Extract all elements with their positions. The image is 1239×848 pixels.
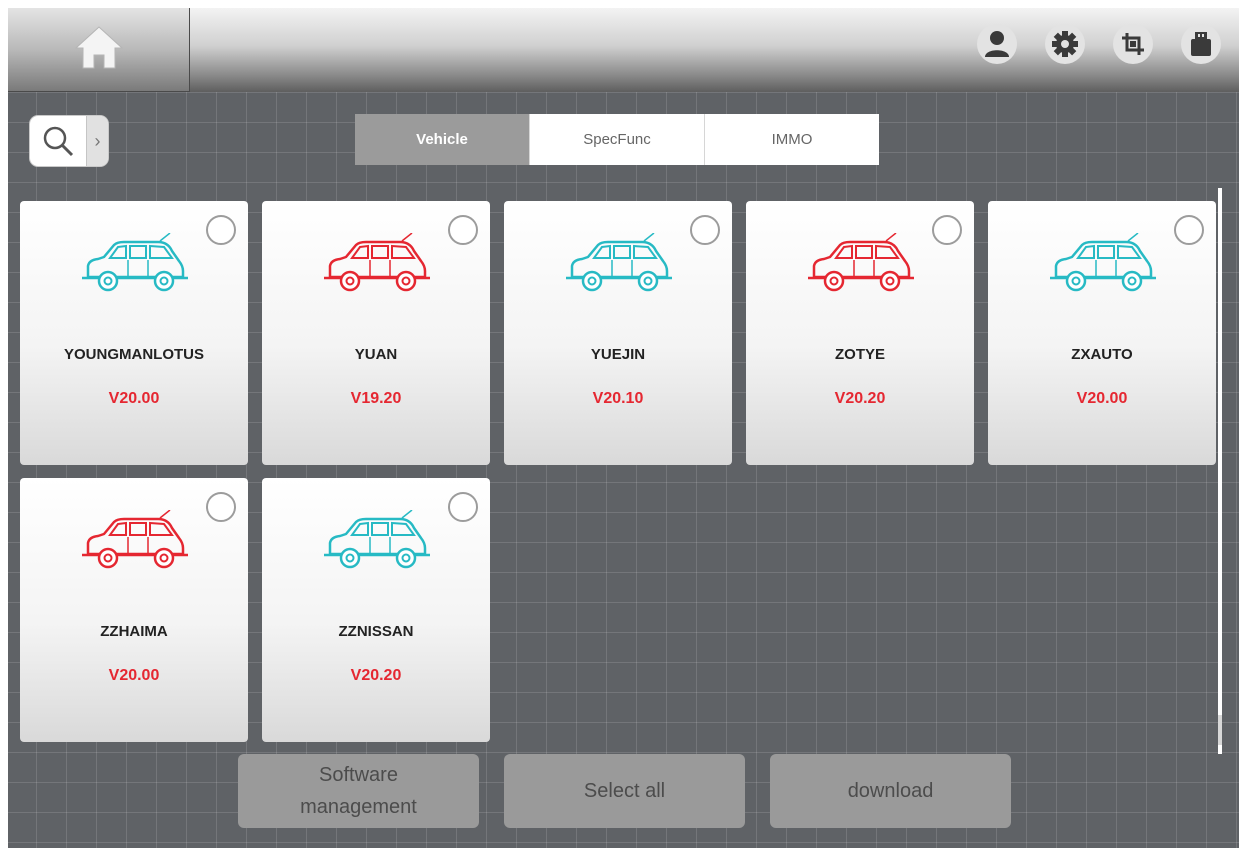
toolbar-icons — [977, 24, 1221, 64]
vehicle-version: V20.10 — [592, 390, 644, 407]
select-radio[interactable] — [448, 215, 478, 245]
vehicle-name: YUEJIN — [590, 346, 646, 363]
car-icon — [80, 509, 190, 574]
car-icon — [322, 509, 432, 574]
user-icon[interactable] — [977, 24, 1017, 64]
vehicle-card[interactable]: ZOTYE V20.20 — [746, 201, 974, 465]
home-button[interactable] — [8, 8, 190, 92]
car-icon — [322, 232, 432, 297]
car-icon — [806, 232, 916, 297]
vehicle-version: V20.20 — [834, 390, 886, 407]
select-radio[interactable] — [448, 492, 478, 522]
vehicle-card[interactable]: YOUNGMANLOTUS V20.00 — [20, 201, 248, 465]
search-button[interactable]: › — [30, 116, 108, 166]
vehicle-name: ZOTYE — [834, 346, 885, 363]
vehicle-version: V19.20 — [350, 390, 402, 407]
car-icon — [564, 232, 674, 297]
select-radio[interactable] — [932, 215, 962, 245]
vehicle-card[interactable]: YUEJIN V20.10 — [504, 201, 732, 465]
search-icon — [30, 116, 86, 166]
top-toolbar — [8, 8, 1239, 92]
select-radio[interactable] — [690, 215, 720, 245]
car-icon — [80, 232, 190, 297]
vehicle-version: V20.20 — [350, 667, 402, 684]
vehicle-name: YOUNGMANLOTUS — [64, 346, 204, 363]
vehicle-name: ZZHAIMA — [100, 623, 168, 640]
vehicle-version: V20.00 — [1076, 390, 1128, 407]
tab-specfunc[interactable]: SpecFunc — [529, 114, 704, 165]
vehicle-name: ZZNISSAN — [338, 623, 414, 640]
vehicle-card[interactable]: ZXAUTO V20.00 — [988, 201, 1216, 465]
usb-icon[interactable] — [1181, 24, 1221, 64]
vehicle-card[interactable]: ZZHAIMA V20.00 — [20, 478, 248, 742]
vehicle-name: ZXAUTO — [1071, 346, 1133, 363]
software-management-button[interactable]: Software management — [238, 754, 479, 828]
home-icon — [74, 24, 124, 75]
tab-vehicle[interactable]: Vehicle — [355, 114, 529, 165]
category-tabs: Vehicle SpecFunc IMMO — [355, 114, 879, 165]
app-window: › Vehicle SpecFunc IMMO YOUNGMANLOTUS V2… — [8, 8, 1239, 848]
vehicle-card[interactable]: YUAN V19.20 — [262, 201, 490, 465]
crop-icon[interactable] — [1113, 24, 1153, 64]
vehicle-card[interactable]: ZZNISSAN V20.20 — [262, 478, 490, 742]
select-radio[interactable] — [206, 215, 236, 245]
gear-icon[interactable] — [1045, 24, 1085, 64]
scrollbar[interactable] — [1218, 188, 1222, 754]
select-radio[interactable] — [1174, 215, 1204, 245]
vehicle-version: V20.00 — [108, 667, 160, 684]
scrollbar-thumb[interactable] — [1218, 715, 1222, 745]
download-button[interactable]: download — [770, 754, 1011, 828]
action-bar: Software management Select all download — [238, 754, 1011, 828]
vehicle-grid: YOUNGMANLOTUS V20.00 YUAN V19.20 YUEJIN … — [20, 201, 1220, 745]
vehicle-name: YUAN — [354, 346, 398, 363]
select-all-button[interactable]: Select all — [504, 754, 745, 828]
select-radio[interactable] — [206, 492, 236, 522]
vehicle-version: V20.00 — [108, 390, 160, 407]
chevron-right-icon: › — [86, 116, 108, 166]
car-icon — [1048, 232, 1158, 297]
tab-immo[interactable]: IMMO — [704, 114, 879, 165]
